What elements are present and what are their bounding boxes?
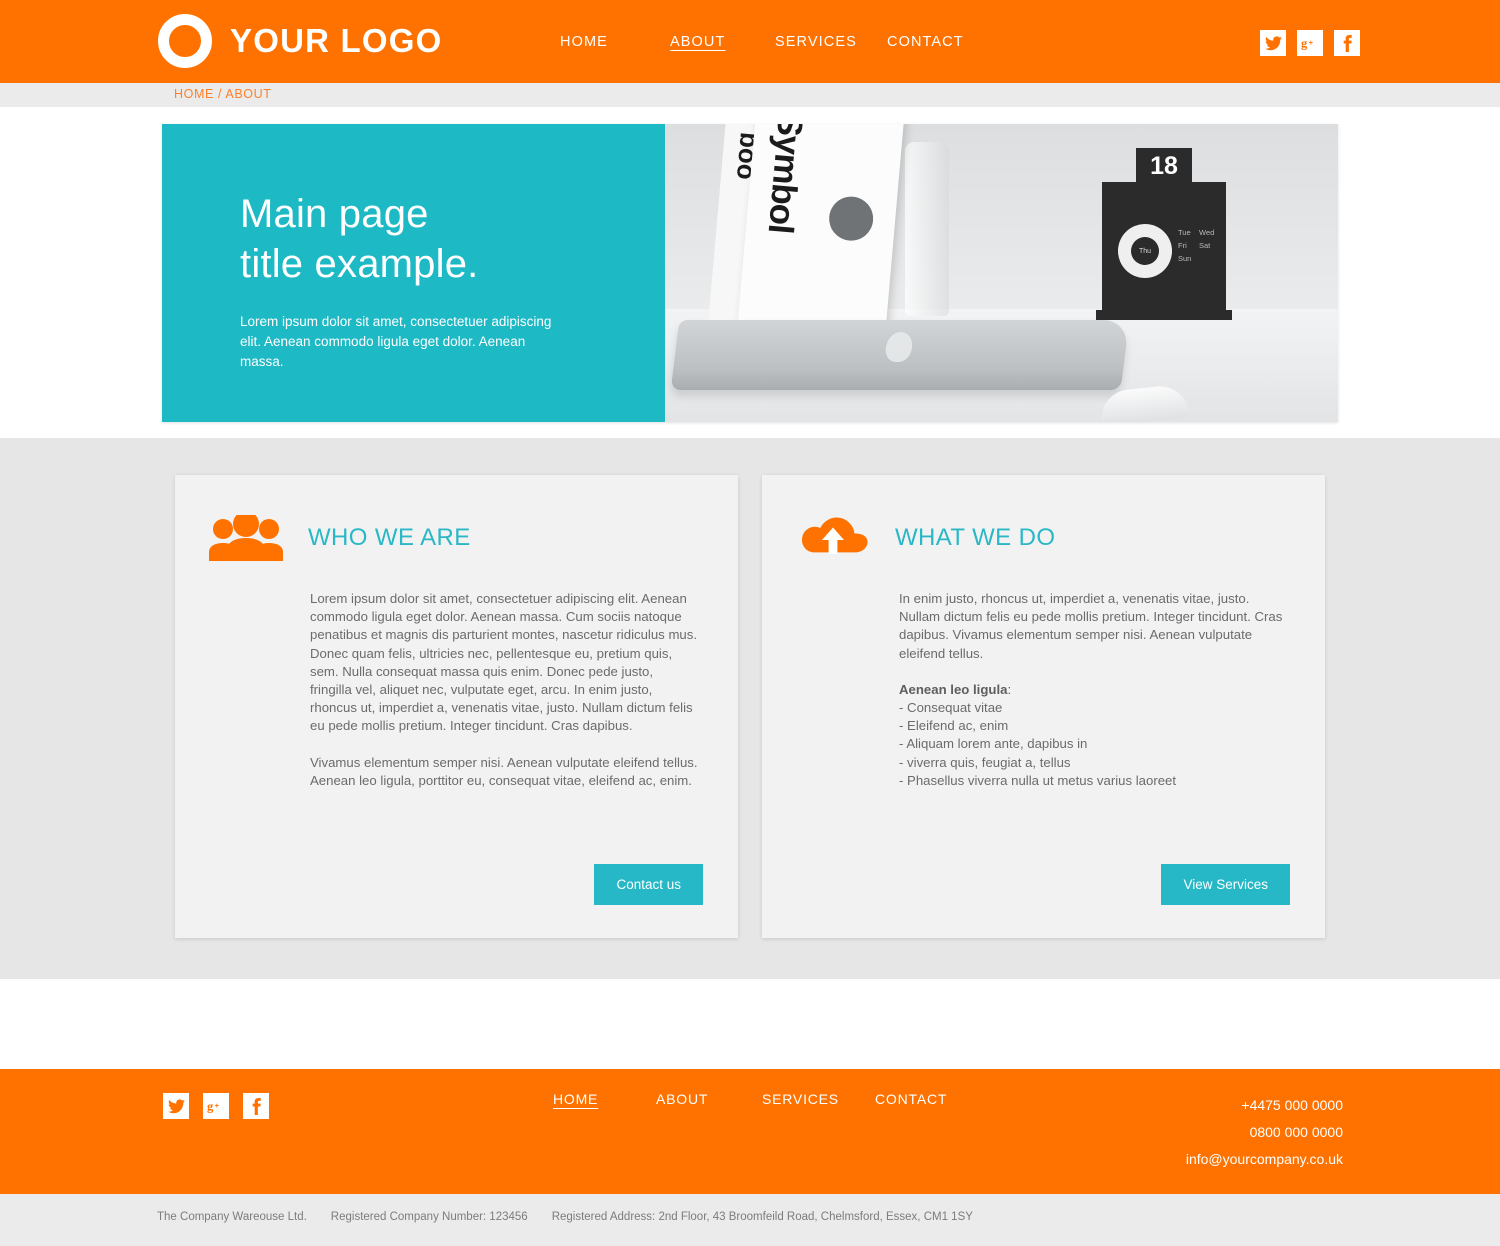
list-item: - Eleifend ac, enim [899,718,1009,734]
facebook-icon[interactable] [243,1093,269,1119]
footer-social-links: g + [163,1093,269,1119]
card-header: WHAT WE DO [762,475,1325,564]
footer-nav-item-services[interactable]: SERVICES [762,1091,875,1107]
site-footer: g + HOME ABOUT SERVICES CONTACT +4475 000… [0,1069,1500,1194]
footer-phone-secondary[interactable]: 0800 000 0000 [1186,1119,1343,1146]
calendar-day-sun: Sun [1178,254,1192,263]
hero-section: Main page title example. Lorem ipsum dol… [0,107,1500,438]
google-plus-icon[interactable]: g + [1297,30,1323,56]
photo-book-primary: Symbol [737,124,905,335]
hero-text-panel: Main page title example. Lorem ipsum dol… [162,124,665,422]
hero-title-line-1: Main page [240,192,429,236]
svg-text:g: g [207,1099,214,1113]
people-group-icon [206,512,286,564]
site-header: YOUR LOGO HOME ABOUT SERVICES CONTACT g + [0,0,1500,83]
contact-us-button[interactable]: Contact us [594,864,703,905]
hero-subtitle: Lorem ipsum dolor sit amet, consectetuer… [240,314,552,369]
who-we-are-paragraph-3: Vivamus elementum semper nisi. Aenean vu… [310,754,698,788]
list-heading-colon: : [1007,681,1012,697]
hero-title-line-2: title example. [240,242,479,286]
footer-contact-info: +4475 000 0000 0800 000 0000 info@yourco… [1186,1092,1343,1173]
card-title: WHAT WE DO [895,524,1056,551]
legal-company-number: Registered Company Number: 123456 [330,1211,528,1223]
google-plus-icon[interactable]: g + [203,1093,229,1119]
photo-book-badge [827,194,875,243]
calendar-day-labels: Tue Wed Fri Sat Sun [1178,226,1224,265]
footer-nav-item-contact[interactable]: CONTACT [875,1091,947,1107]
list-item: - Aliquam lorem ante, dapibus in [899,736,1088,752]
twitter-icon[interactable] [163,1093,189,1119]
view-services-button[interactable]: View Services [1161,864,1290,905]
svg-text:+: + [1309,37,1314,46]
facebook-icon[interactable] [1334,30,1360,56]
photo-laptop [670,320,1130,390]
nav-item-about[interactable]: ABOUT [670,34,775,50]
legal-company-name: The Company Wareouse Ltd. [157,1211,307,1223]
card-header: WHO WE ARE [175,475,738,564]
content-cards-section: WHO WE ARE Lorem ipsum dolor sit amet, c… [0,438,1500,979]
logo[interactable]: YOUR LOGO [158,14,442,68]
card-what-we-do: WHAT WE DO In enim justo, rhoncus ut, im… [762,475,1325,938]
list-item: - Phasellus viverra nulla ut metus variu… [899,772,1177,788]
card-body: In enim justo, rhoncus ut, imperdiet a, … [762,564,1325,790]
footer-nav-item-home[interactable]: HOME [553,1091,656,1107]
list-heading-text: Aenean leo ligula [899,681,1008,697]
calendar-day-fri: Fri [1178,241,1187,250]
svg-text:g: g [1301,36,1308,50]
calendar-day-number: 18 [1136,148,1192,184]
legal-bar: The Company Wareouse Ltd. Registered Com… [0,1194,1500,1246]
nav-item-contact[interactable]: CONTACT [887,34,964,50]
footer-navigation: HOME ABOUT SERVICES CONTACT [553,1091,947,1107]
photo-book-title: Symbol [760,124,811,235]
hero-title: Main page title example. [240,189,625,289]
hero-banner: Main page title example. Lorem ipsum dol… [162,124,1338,422]
main-navigation: HOME ABOUT SERVICES CONTACT [560,34,964,50]
calendar-base [1096,310,1232,320]
legal-address: Registered Address: 2nd Floor, 43 Broomf… [551,1211,973,1223]
list-item: - Consequat vitae [899,700,1003,716]
page-root: YOUR LOGO HOME ABOUT SERVICES CONTACT g +… [0,0,1500,1246]
footer-email[interactable]: info@yourcompany.co.uk [1186,1146,1343,1173]
hero-photo: boo Symbol 18 Thu Tue Wed Fri Sat Sun [665,124,1338,422]
logo-text: YOUR LOGO [230,22,443,59]
calendar-day-wed: Wed [1199,228,1215,237]
what-we-do-list-heading: Aenean leo ligula: [899,681,1285,699]
footer-nav-item-about[interactable]: ABOUT [656,1091,762,1107]
header-social-links: g + [1260,30,1360,56]
photo-desk-calendar: 18 Thu Tue Wed Fri Sat Sun [1096,148,1232,320]
breadcrumb-bar: HOME / ABOUT [0,83,1500,107]
card-who-we-are: WHO WE ARE Lorem ipsum dolor sit amet, c… [175,475,738,938]
legal-text: The Company Wareouse Ltd. Registered Com… [157,1211,973,1223]
breadcrumb[interactable]: HOME / ABOUT [174,87,272,101]
logo-circle-icon [158,14,212,68]
what-we-do-list: - Consequat vitae - Eleifend ac, enim - … [899,699,1285,790]
list-item: - viverra quis, feugiat a, tellus [899,754,1071,770]
section-spacer [0,979,1500,1069]
cloud-upload-icon [793,512,873,564]
nav-item-home[interactable]: HOME [560,34,670,50]
card-title: WHO WE ARE [308,524,471,551]
calendar-selected-day: Thu [1131,237,1159,265]
twitter-icon[interactable] [1260,30,1286,56]
svg-text:+: + [215,1100,220,1109]
calendar-day-tue: Tue [1178,228,1191,237]
calendar-dial: Thu [1118,224,1172,278]
card-body: Lorem ipsum dolor sit amet, consectetuer… [175,564,738,790]
who-we-are-paragraph-2: Donec quam felis, ultricies nec, pellent… [310,645,693,734]
calendar-day-sat: Sat [1199,241,1211,250]
what-we-do-paragraph-1: In enim justo, rhoncus ut, imperdiet a, … [899,591,1283,661]
who-we-are-paragraph-1: Lorem ipsum dolor sit amet, consectetuer… [310,591,698,643]
photo-bottle [905,142,949,316]
footer-phone-primary[interactable]: +4475 000 0000 [1186,1092,1343,1119]
nav-item-services[interactable]: SERVICES [775,34,887,50]
